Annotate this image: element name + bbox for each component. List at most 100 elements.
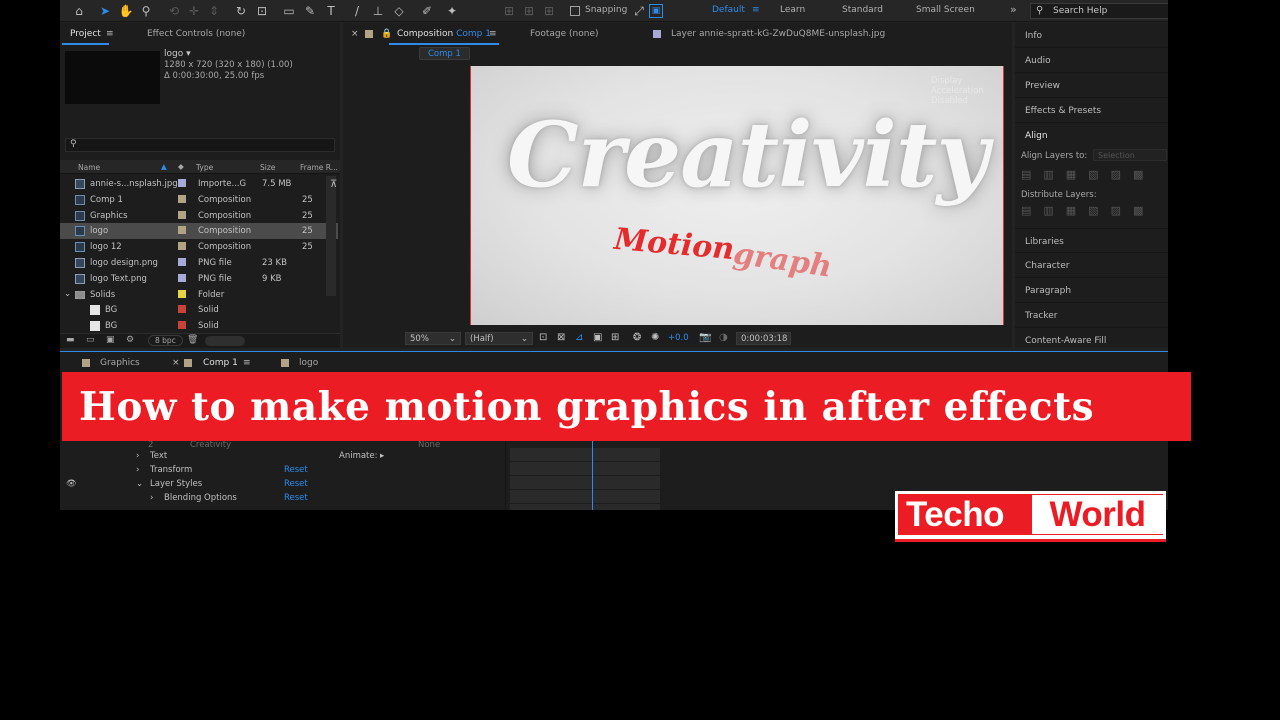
chevron-down-icon[interactable]: ⌄ — [136, 479, 143, 489]
canvas-title-text[interactable]: Creativity — [507, 110, 989, 200]
project-search-input[interactable]: ⚲ — [65, 138, 335, 152]
workspace-menu-icon[interactable]: ≡ — [752, 5, 760, 15]
column-frame-rate[interactable]: Frame R... — [300, 163, 338, 172]
align-buttons-row[interactable]: ▤▥▦▧▨▩ — [1021, 168, 1155, 181]
property-row-layer-styles[interactable]: 👁 ⌄ Layer Styles Reset — [60, 477, 504, 491]
selection-tool-icon[interactable]: ➤ — [96, 2, 114, 20]
world-axis-icon[interactable]: ⊞ — [520, 2, 538, 20]
tab-graphics[interactable]: Graphics — [100, 358, 140, 368]
home-icon[interactable]: ⌂ — [70, 2, 88, 20]
chevron-right-icon[interactable]: › — [150, 493, 153, 503]
property-row-blending-options[interactable]: › Blending Options Reset — [60, 491, 504, 505]
anchor-tool-icon[interactable]: ⊡ — [253, 2, 271, 20]
label-swatch[interactable] — [178, 289, 186, 298]
label-swatch[interactable] — [178, 194, 186, 203]
reset-link[interactable]: Reset — [284, 479, 308, 489]
label-swatch[interactable] — [178, 179, 186, 187]
sort-ascending-icon[interactable]: ▲ — [161, 162, 167, 171]
tab-menu-icon[interactable]: ≡ — [106, 29, 114, 39]
workspace-standard[interactable]: Standard — [842, 5, 883, 15]
panel-paragraph[interactable]: Paragraph — [1015, 278, 1168, 303]
bit-depth-button[interactable]: 8 bpc — [148, 335, 183, 346]
layer-duration-bars[interactable] — [510, 448, 660, 510]
panel-tracker[interactable]: Tracker — [1015, 303, 1168, 328]
orbit-tool-icon[interactable]: ⟲ — [165, 2, 183, 20]
resolution-dropdown[interactable]: (Half) ⌄ — [465, 332, 533, 345]
project-settings-icon[interactable]: ⚙ — [126, 335, 134, 345]
project-item[interactable]: logo Composition 25 — [60, 223, 338, 240]
trash-icon[interactable]: 🗑 — [187, 335, 198, 345]
tab-menu-icon[interactable]: ≡ — [489, 29, 497, 39]
project-item[interactable]: ⌄ Solids Folder — [60, 287, 338, 303]
canvas-subtitle-text[interactable]: Motion — [613, 222, 736, 267]
color-channels-icon[interactable]: ❂ — [633, 332, 641, 343]
tab-menu-icon[interactable]: ≡ — [243, 358, 251, 368]
animate-menu-icon[interactable]: ▸ — [380, 451, 384, 461]
panel-content-aware-fill[interactable]: Content-Aware Fill — [1015, 328, 1168, 353]
rectangle-tool-icon[interactable]: ▭ — [280, 2, 298, 20]
align-target-dropdown[interactable]: Selection — [1093, 149, 1167, 161]
label-swatch[interactable] — [178, 210, 186, 219]
close-tab-icon[interactable]: × — [172, 358, 180, 368]
reset-link[interactable]: Reset — [284, 465, 308, 475]
tab-effect-controls[interactable]: Effect Controls (none) — [147, 29, 245, 39]
tab-composition[interactable]: Composition Comp 1 — [389, 29, 499, 45]
new-folder-icon[interactable]: ▭ — [86, 335, 95, 345]
tab-project[interactable]: Project — [62, 29, 109, 45]
interpret-footage-icon[interactable]: ▬ — [66, 335, 75, 345]
mask-visibility-icon[interactable]: ⊿ — [575, 332, 583, 343]
canvas-subtitle-fading-text[interactable]: graph — [731, 236, 834, 284]
project-item[interactable]: logo Text.png PNG file 9 KB — [60, 271, 338, 287]
dolly-tool-icon[interactable]: ⇕ — [205, 2, 223, 20]
column-name[interactable]: Name — [78, 163, 100, 172]
clone-stamp-tool-icon[interactable]: ⊥ — [369, 2, 387, 20]
selected-item-name[interactable]: logo ▾ — [164, 49, 191, 59]
zoom-dropdown[interactable]: 50% ⌄ — [405, 332, 461, 345]
reset-link[interactable]: Reset — [284, 493, 308, 503]
label-swatch[interactable] — [178, 258, 186, 266]
transparency-grid-icon[interactable]: ⊠ — [557, 332, 565, 343]
playhead[interactable] — [592, 438, 593, 510]
more-workspaces-icon[interactable]: » — [1010, 3, 1017, 16]
flowchart-icon[interactable]: ⊼ — [330, 179, 337, 190]
snap-options-icon[interactable]: ⤢ — [630, 2, 648, 20]
property-row-transform[interactable]: › Transform Reset — [60, 463, 504, 477]
project-item[interactable]: logo 12 Composition 25 — [60, 239, 338, 255]
reset-exposure-icon[interactable]: ✺ — [651, 332, 659, 343]
eye-icon[interactable]: 👁 — [66, 479, 77, 489]
fit-view-icon[interactable]: ⊡ — [539, 332, 547, 343]
project-scrollbar[interactable] — [326, 176, 336, 296]
label-swatch[interactable] — [178, 305, 186, 314]
comp-breadcrumb[interactable]: Comp 1 — [419, 47, 470, 60]
label-swatch[interactable] — [178, 321, 186, 330]
project-item[interactable]: Comp 1 Composition 25 — [60, 192, 338, 208]
tab-comp-1[interactable]: Comp 1 — [195, 358, 246, 374]
tab-logo[interactable]: logo — [299, 358, 318, 368]
pan-tool-icon[interactable]: ✛ — [185, 2, 203, 20]
label-swatch[interactable] — [178, 242, 186, 251]
puppet-tool-icon[interactable]: ✦ — [443, 2, 461, 20]
panel-info[interactable]: Info — [1015, 23, 1168, 48]
workspace-small-screen[interactable]: Small Screen — [916, 5, 975, 15]
snapping-checkbox[interactable] — [570, 6, 580, 16]
roto-brush-tool-icon[interactable]: ✐ — [418, 2, 436, 20]
chevron-down-icon[interactable]: ⌄ — [64, 289, 71, 299]
brush-tool-icon[interactable]: / — [348, 2, 366, 20]
view-axis-icon[interactable]: ⊞ — [540, 2, 558, 20]
column-type[interactable]: Type — [196, 163, 213, 172]
snap-feature-icon[interactable]: ▣ — [649, 4, 663, 18]
exposure-value[interactable]: +0.0 — [668, 333, 689, 343]
tab-footage[interactable]: Footage (none) — [530, 29, 599, 39]
pen-tool-icon[interactable]: ✎ — [301, 2, 319, 20]
panel-effects-presets[interactable]: Effects & Presets — [1015, 98, 1168, 123]
zoom-tool-icon[interactable]: ⚲ — [137, 2, 155, 20]
close-tab-icon[interactable]: × — [351, 29, 359, 39]
workspace-default[interactable]: Default — [712, 5, 745, 15]
label-swatch[interactable] — [178, 226, 186, 235]
project-item[interactable]: annie-s...nsplash.jpg Importe...G 7.5 MB — [60, 176, 338, 192]
panel-libraries[interactable]: Libraries — [1015, 228, 1168, 253]
property-row-text[interactable]: › Text Animate: ▸ — [60, 449, 504, 463]
composition-canvas[interactable]: Creativity Motion graph — [470, 66, 1004, 325]
distribute-buttons-row[interactable]: ▤▥▦▧▨▩ — [1021, 204, 1155, 217]
new-composition-icon[interactable]: ▣ — [106, 335, 115, 345]
